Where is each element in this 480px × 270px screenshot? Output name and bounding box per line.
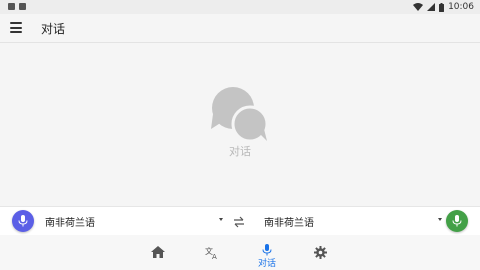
left-mic-button[interactable] (12, 210, 34, 232)
source-language-label: 南非荷兰语 (45, 218, 95, 229)
empty-state: 对话 (190, 86, 290, 161)
system-status: 10:06 (413, 2, 474, 12)
bottom-navigation: 文 A 对话 (0, 235, 480, 270)
wifi-icon (413, 3, 424, 11)
nav-conversation[interactable]: 对话 (252, 235, 282, 270)
clock: 10:06 (448, 2, 474, 12)
settings-icon (314, 246, 327, 259)
app-bar: 对话 (0, 14, 480, 43)
chat-bubbles-icon (211, 87, 269, 142)
notification-icon (19, 3, 26, 10)
menu-icon[interactable] (10, 22, 22, 33)
swap-languages-button[interactable] (232, 214, 246, 228)
page-title: 对话 (41, 22, 66, 36)
mic-icon (18, 215, 28, 227)
mic-icon (262, 244, 272, 256)
empty-state-label: 对话 (229, 145, 251, 158)
battery-icon (439, 2, 445, 12)
home-icon (151, 246, 165, 258)
target-language-select[interactable]: 南非荷兰语 (264, 207, 444, 235)
notification-icon (8, 3, 15, 10)
source-language-select[interactable]: 南非荷兰语 (45, 207, 225, 235)
dropdown-arrow-icon (219, 218, 223, 221)
signal-icon (427, 3, 436, 11)
dropdown-arrow-icon (438, 218, 442, 221)
nav-translate[interactable]: 文 A (197, 235, 227, 270)
right-mic-button[interactable] (446, 210, 468, 232)
nav-settings[interactable] (306, 235, 336, 270)
swap-icon (234, 216, 244, 228)
status-bar: 10:06 (0, 0, 480, 14)
translate-icon: 文 A (205, 246, 217, 259)
notification-icons (8, 3, 26, 10)
target-language-label: 南非荷兰语 (264, 218, 314, 229)
mic-icon (452, 215, 462, 227)
language-bar: 南非荷兰语 南非荷兰语 (0, 206, 480, 236)
nav-home[interactable] (143, 235, 173, 270)
nav-conversation-label: 对话 (257, 259, 276, 269)
svg-text:A: A (212, 253, 217, 259)
